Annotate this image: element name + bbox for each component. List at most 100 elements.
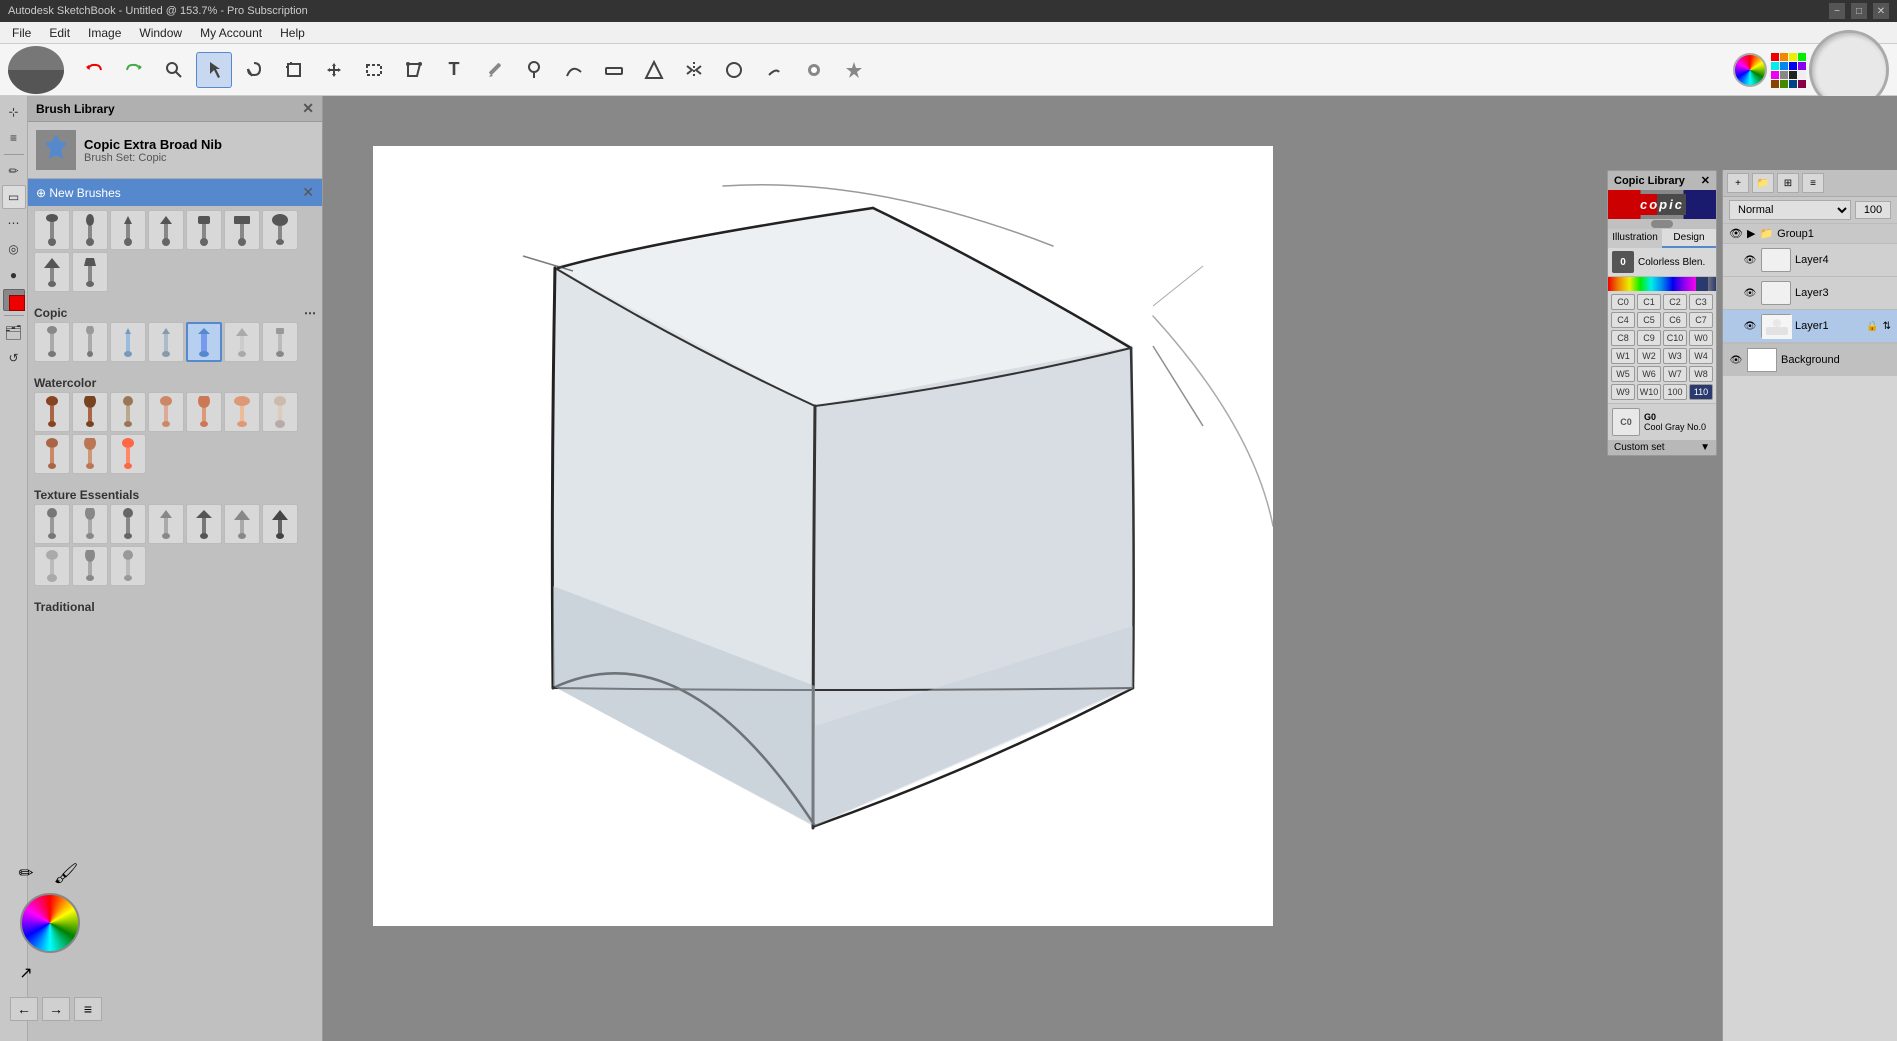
new-brushes-close[interactable]: ✕ [302,184,314,201]
color-wheel-bottom[interactable] [20,893,80,953]
layer-item-layer1[interactable]: 👁 Layer1 🔒 ⇅ [1723,310,1897,343]
brush-cell-wc-3[interactable] [110,392,146,432]
eraser-button[interactable] [716,52,752,88]
select-button[interactable] [196,52,232,88]
brush-library-close[interactable]: ✕ [302,100,314,117]
blend-mode-select[interactable]: Normal [1729,200,1851,220]
rect-select-button[interactable] [356,52,392,88]
group-visibility[interactable]: 👁 [1729,227,1743,240]
maximize-button[interactable]: □ [1851,3,1867,19]
layers-list-view[interactable]: ≡ [1802,173,1824,193]
layer-group-1[interactable]: 👁 ▶ 📁 Group1 [1723,224,1897,244]
brush-cell-te-1[interactable] [34,504,70,544]
brush-cell-wc-8[interactable] [34,434,70,474]
color-btn-W2[interactable]: W2 [1637,348,1661,364]
move-button[interactable] [316,52,352,88]
lasso-button[interactable] [236,52,272,88]
copic-library-close[interactable]: ✕ [1701,174,1710,187]
brush-cell-copic-6[interactable] [224,322,260,362]
brush-cell-te-10[interactable] [110,546,146,586]
layer3-visibility[interactable]: 👁 [1743,286,1757,300]
brush-cell-wc-2[interactable] [72,392,108,432]
copic-section-options[interactable]: ⋯ [304,306,316,320]
symmetry-button[interactable] [676,52,712,88]
brush-round-button[interactable] [516,52,552,88]
color-btn-W1[interactable]: W1 [1611,348,1635,364]
layer-item-layer4[interactable]: 👁 Layer4 [1723,244,1897,277]
color-btn-C2[interactable]: C2 [1663,294,1687,310]
ruler-button[interactable] [596,52,632,88]
curve-button[interactable] [556,52,592,88]
brush-cell[interactable] [224,210,260,250]
color-btn-W6[interactable]: W6 [1637,366,1661,382]
brush-cell-copic-4[interactable] [148,322,184,362]
brush-cell[interactable] [110,210,146,250]
color-btn-W3[interactable]: W3 [1663,348,1687,364]
copic-tab-illustration[interactable]: Illustration [1608,229,1662,248]
color-btn-C5[interactable]: C5 [1637,312,1661,328]
color-btn-W5[interactable]: W5 [1611,366,1635,382]
color-btn-C6[interactable]: C6 [1663,312,1687,328]
menu-file[interactable]: File [4,24,39,42]
brush-cell[interactable] [72,210,108,250]
bg-visibility[interactable]: 👁 [1729,353,1743,367]
fill-button[interactable] [796,52,832,88]
stamp-button[interactable] [836,52,872,88]
crop-button[interactable] [276,52,312,88]
brush-cell-copic-5[interactable] [186,322,222,362]
color-btn-C8[interactable]: C8 [1611,330,1635,346]
brush-cell-te-7[interactable] [262,504,298,544]
side-tool-2[interactable]: ≡ [2,126,26,150]
side-tool-5[interactable]: ● [2,263,26,287]
smudge-button[interactable] [756,52,792,88]
brush-cell[interactable] [72,252,108,292]
color-btn-C3[interactable]: C3 [1689,294,1713,310]
color-btn-C1[interactable]: C1 [1637,294,1661,310]
transform-button[interactable] [396,52,432,88]
layer-item-layer3[interactable]: 👁 Layer3 [1723,277,1897,310]
add-layer-button[interactable]: + [1727,173,1749,193]
bottom-pencil-icon[interactable]: ✏ [10,857,42,889]
brush-cell[interactable] [34,210,70,250]
brush-cell-te-6[interactable] [224,504,260,544]
layer4-visibility[interactable]: 👁 [1743,253,1757,267]
add-folder-button[interactable]: 📁 [1752,173,1774,193]
color-btn-W10[interactable]: W10 [1637,384,1661,400]
new-brushes-bar[interactable]: ⊕ New Brushes ✕ [28,179,322,206]
brush-cell-te-9[interactable] [72,546,108,586]
brush-cell-copic-3[interactable] [110,322,146,362]
colorless-blend-row[interactable]: 0 Colorless Blen. [1608,248,1716,277]
group-expand-icon[interactable]: ▶ [1747,227,1755,240]
bottom-redo-button[interactable]: → [42,997,70,1021]
brush-cell-wc-7[interactable] [262,392,298,432]
brush-cell-copic-2[interactable] [72,322,108,362]
brush-cell[interactable] [34,252,70,292]
brush-cell-wc-5[interactable] [186,392,222,432]
color-grid-button[interactable] [1771,53,1805,87]
copic-tab-design[interactable]: Design [1662,229,1716,248]
perspective-button[interactable] [636,52,672,88]
layer-background[interactable]: 👁 Background [1723,343,1897,376]
bottom-undo-button[interactable]: ← [10,997,38,1021]
brush-cell-te-3[interactable] [110,504,146,544]
brush-cell-wc-9[interactable] [72,434,108,474]
brush-cell-wc-6[interactable] [224,392,260,432]
brush-cell-wc-4[interactable] [148,392,184,432]
side-tool-history[interactable]: ↺ [2,346,26,370]
side-tool-1[interactable]: ⊹ [2,100,26,124]
side-tool-eraser[interactable]: ▭ [2,185,26,209]
color-btn-C9[interactable]: C9 [1637,330,1661,346]
layers-grid-view[interactable]: ⊞ [1777,173,1799,193]
brush-cell-te-8[interactable] [34,546,70,586]
close-button[interactable]: ✕ [1873,3,1889,19]
brush-cell[interactable] [186,210,222,250]
side-tool-brush[interactable]: ✏ [2,159,26,183]
menu-window[interactable]: Window [131,24,190,42]
layer1-lock-icon[interactable]: 🔒 [1866,321,1878,332]
undo-button[interactable] [76,52,112,88]
side-tool-smudge[interactable]: ⋯ [2,211,26,235]
redo-button[interactable] [116,52,152,88]
brush-cell-wc-10[interactable] [110,434,146,474]
bottom-arrow-icon[interactable]: ↗ [10,957,42,989]
rainbow-strip[interactable] [1608,277,1716,291]
